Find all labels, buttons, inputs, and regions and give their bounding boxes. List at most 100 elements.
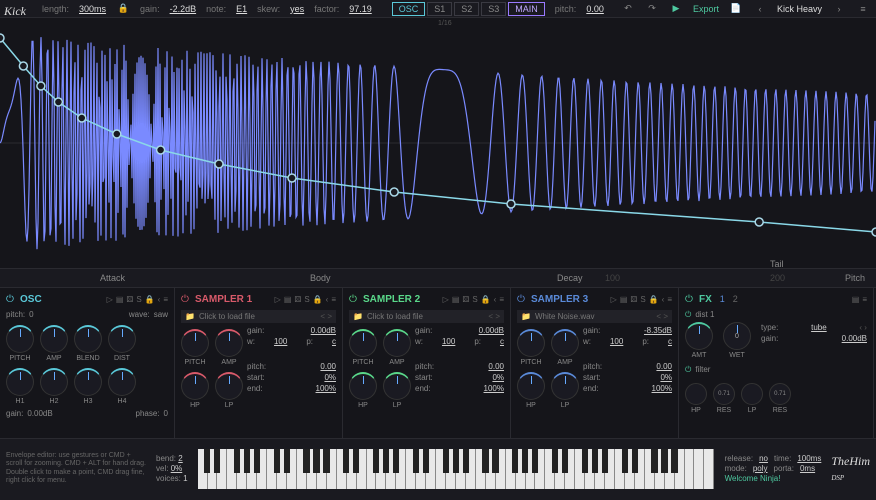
lock-icon[interactable]: 🔒 xyxy=(313,295,323,304)
sampler-lp-knob[interactable] xyxy=(551,372,579,400)
fx-slot-1[interactable]: 1 xyxy=(720,294,725,304)
osc-h2-knob[interactable] xyxy=(40,368,68,396)
voices-value[interactable]: 1 xyxy=(183,474,187,483)
new-file-icon[interactable]: 📄 xyxy=(729,2,743,16)
chevron-left-icon[interactable]: ‹ xyxy=(753,2,767,16)
black-key[interactable] xyxy=(552,449,558,473)
sampler-gain-value[interactable]: -8.35dB xyxy=(644,326,672,335)
osc-blend-knob[interactable] xyxy=(74,325,102,353)
sampler-hp-knob[interactable] xyxy=(517,372,545,400)
fx-slot-2[interactable]: 2 xyxy=(733,294,738,304)
menu-icon[interactable]: ▤ xyxy=(620,295,628,304)
menu-icon[interactable]: ▤ xyxy=(116,295,124,304)
black-key[interactable] xyxy=(214,449,220,473)
black-key[interactable] xyxy=(482,449,488,473)
black-key[interactable] xyxy=(254,449,260,473)
sampler-lp-knob[interactable] xyxy=(383,372,411,400)
osc-pitch-knob[interactable] xyxy=(6,325,34,353)
sampler-end-value[interactable]: 100% xyxy=(316,384,336,393)
s-icon[interactable]: S xyxy=(640,295,645,304)
black-key[interactable] xyxy=(343,449,349,473)
black-key[interactable] xyxy=(244,449,250,473)
list-icon[interactable]: ≡ xyxy=(331,295,336,304)
mode-value[interactable]: poly xyxy=(753,464,768,473)
sampler-file-slot[interactable]: 📁Click to load file xyxy=(349,310,504,323)
sampler-hp-knob[interactable] xyxy=(349,372,377,400)
chevron-left-icon[interactable]: ‹ xyxy=(662,295,665,304)
osc-h3-knob[interactable] xyxy=(74,368,102,396)
black-key[interactable] xyxy=(602,449,608,473)
sampler-file-slot[interactable]: 📁Click to load file xyxy=(181,310,336,323)
s-icon[interactable]: S xyxy=(136,295,141,304)
tab-main[interactable]: MAIN xyxy=(508,2,545,16)
fx-lp-knob[interactable] xyxy=(741,383,763,405)
sampler-pitch-knob[interactable] xyxy=(349,329,377,357)
s-icon[interactable]: S xyxy=(472,295,477,304)
sampler-pitch-value[interactable]: 0.00 xyxy=(656,362,672,371)
black-key[interactable] xyxy=(622,449,628,473)
dice-icon[interactable]: ⚄ xyxy=(630,295,637,304)
sampler-power-icon[interactable]: ⏻ xyxy=(517,294,527,304)
chevron-left-icon[interactable]: ‹ xyxy=(326,295,329,304)
lock-icon[interactable]: 🔒 xyxy=(145,295,155,304)
sampler-start-value[interactable]: 0% xyxy=(324,373,336,382)
envelope-point[interactable] xyxy=(37,82,45,90)
sampler-gain-value[interactable]: 0.00dB xyxy=(479,326,504,335)
black-key[interactable] xyxy=(492,449,498,473)
envelope-point[interactable] xyxy=(54,98,62,106)
dice-icon[interactable]: ⚄ xyxy=(294,295,301,304)
list-icon[interactable]: ▤ xyxy=(852,295,860,304)
sampler-amp-knob[interactable] xyxy=(215,329,243,357)
sampler-hp-knob[interactable] xyxy=(181,372,209,400)
osc-gain-value[interactable]: 0.00dB xyxy=(27,409,52,418)
envelope-point[interactable] xyxy=(157,146,165,154)
factor-value[interactable]: 97.19 xyxy=(349,4,372,14)
black-key[interactable] xyxy=(274,449,280,473)
osc-power-icon[interactable]: ⏻ xyxy=(6,294,16,304)
time-value[interactable]: 100ms xyxy=(797,454,821,463)
envelope-point[interactable] xyxy=(0,34,4,42)
skew-value[interactable]: yes xyxy=(290,4,304,14)
black-key[interactable] xyxy=(323,449,329,473)
play-icon[interactable]: ▷ xyxy=(443,295,449,304)
black-key[interactable] xyxy=(512,449,518,473)
black-key[interactable] xyxy=(463,449,469,473)
chevron-right-icon[interactable]: › xyxy=(832,2,846,16)
sampler-start-value[interactable]: 0% xyxy=(660,373,672,382)
black-key[interactable] xyxy=(204,449,210,473)
osc-pitch-value[interactable]: 0 xyxy=(29,310,33,319)
pitch-value[interactable]: 0.00 xyxy=(586,4,604,14)
gain-value[interactable]: -2.2dB xyxy=(170,4,197,14)
black-key[interactable] xyxy=(671,449,677,473)
fx-gain-value[interactable]: 0.00dB xyxy=(842,334,867,343)
envelope-point[interactable] xyxy=(872,228,876,236)
tab-osc[interactable]: OSC xyxy=(392,2,426,16)
redo-icon[interactable]: ↷ xyxy=(645,2,659,16)
sampler-file-slot[interactable]: 📁White Noise.wav xyxy=(517,310,672,323)
export-button[interactable]: Export xyxy=(693,4,719,14)
note-value[interactable]: E1 xyxy=(236,4,247,14)
sampler-power-icon[interactable]: ⏻ xyxy=(349,294,359,304)
sampler-amp-knob[interactable] xyxy=(551,329,579,357)
sampler-lp-knob[interactable] xyxy=(215,372,243,400)
envelope-point[interactable] xyxy=(78,114,86,122)
menu-icon[interactable]: ≡ xyxy=(862,295,867,304)
black-key[interactable] xyxy=(453,449,459,473)
envelope-point[interactable] xyxy=(755,218,763,226)
black-key[interactable] xyxy=(393,449,399,473)
undo-icon[interactable]: ↶ xyxy=(621,2,635,16)
s-icon[interactable]: S xyxy=(304,295,309,304)
black-key[interactable] xyxy=(651,449,657,473)
length-value[interactable]: 300ms xyxy=(79,4,106,14)
black-key[interactable] xyxy=(522,449,528,473)
fx-type-value[interactable]: tube xyxy=(811,323,827,332)
sampler-power-icon[interactable]: ⏻ xyxy=(181,294,191,304)
fx-wet-knob[interactable]: 0 xyxy=(723,322,751,350)
sampler-end-value[interactable]: 100% xyxy=(652,384,672,393)
sampler-start-value[interactable]: 0% xyxy=(492,373,504,382)
lock-icon[interactable]: 🔒 xyxy=(116,2,130,16)
menu-icon[interactable]: ▤ xyxy=(452,295,460,304)
release-value[interactable]: no xyxy=(759,454,768,463)
white-key[interactable] xyxy=(694,449,704,489)
black-key[interactable] xyxy=(562,449,568,473)
